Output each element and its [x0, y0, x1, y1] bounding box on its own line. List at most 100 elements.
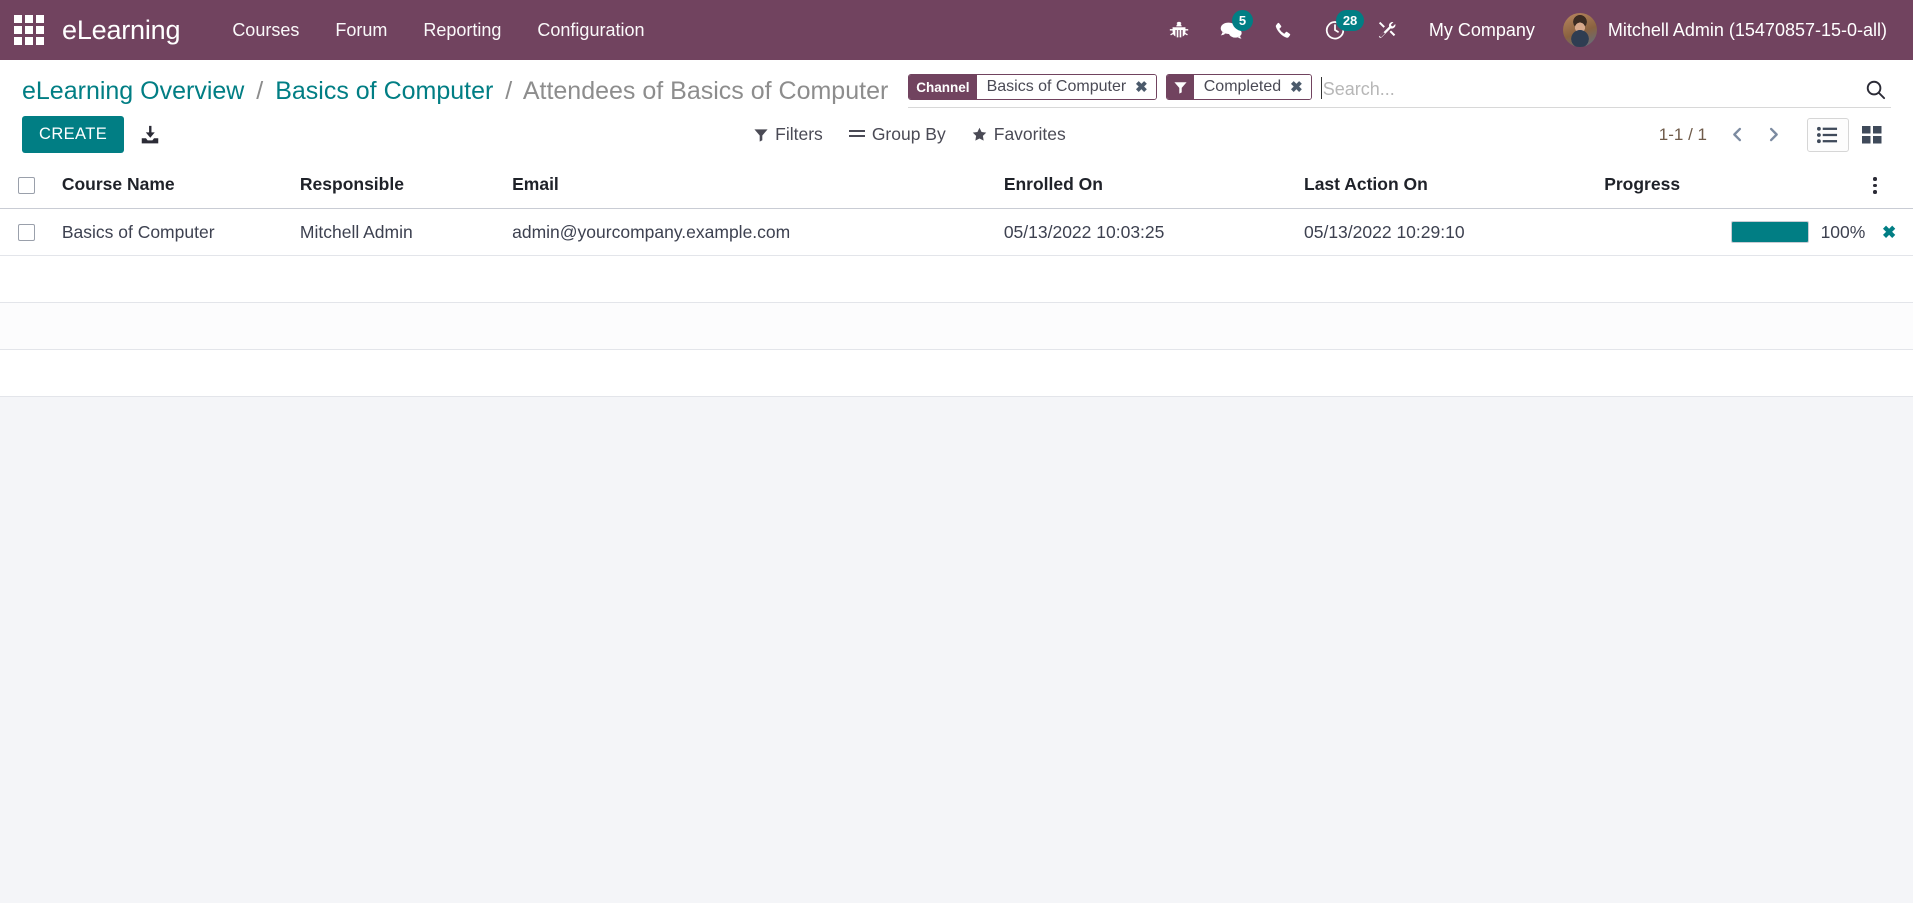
- search-facet-channel[interactable]: Channel Basics of Computer ✖: [908, 74, 1157, 100]
- view-switcher: [1806, 117, 1893, 152]
- empty-row: [0, 302, 1913, 350]
- phone-icon[interactable]: [1257, 8, 1309, 52]
- empty-cell: [1865, 302, 1913, 350]
- apps-grid-icon[interactable]: [10, 11, 48, 49]
- column-header-enrolled-on[interactable]: Enrolled On: [995, 163, 1296, 209]
- empty-row: [0, 255, 1913, 303]
- list-view-icon[interactable]: [1806, 117, 1849, 152]
- create-button[interactable]: CREATE: [22, 116, 125, 153]
- remove-facet-channel-icon[interactable]: ✖: [1135, 80, 1148, 95]
- progress-value-label: 100%: [1820, 221, 1866, 242]
- menu-item-configuration[interactable]: Configuration: [519, 10, 662, 51]
- empty-row: [0, 349, 1913, 397]
- column-header-email[interactable]: Email: [504, 163, 996, 209]
- filters-label: Filters: [775, 124, 823, 144]
- messages-badge: 5: [1231, 10, 1254, 31]
- search-facet-completed[interactable]: Completed ✖: [1165, 74, 1312, 100]
- control-panel-top: eLearning Overview / Basics of Computer …: [0, 60, 1913, 108]
- page-background: [0, 397, 1913, 837]
- breadcrumb-item-elearning-overview[interactable]: eLearning Overview: [22, 77, 244, 105]
- cell-last-action-on: 05/13/2022 10:29:10: [1296, 208, 1597, 256]
- app-brand-elearning[interactable]: eLearning: [62, 15, 181, 46]
- main-menu: Courses Forum Reporting Configuration: [214, 10, 662, 51]
- group-by-dropdown[interactable]: Group By: [848, 124, 946, 145]
- navbar-right-tools: 5 28 My Company Mitchell Admin (15470857…: [1153, 7, 1891, 53]
- filters-dropdown[interactable]: Filters: [754, 124, 823, 145]
- activities-clock-icon[interactable]: 28: [1309, 8, 1365, 52]
- column-header-course-name[interactable]: Course Name: [53, 163, 292, 209]
- search-facet-channel-text: Basics of Computer: [986, 78, 1127, 95]
- search-dropdowns: Filters Group By Favorites: [754, 124, 1066, 145]
- control-panel: eLearning Overview / Basics of Computer …: [0, 60, 1913, 163]
- pager-and-views: 1-1 / 1: [1658, 117, 1893, 152]
- column-header-progress[interactable]: Progress: [1596, 163, 1866, 209]
- progress-bar: [1730, 221, 1809, 243]
- pager-range: 1-1 / 1: [1658, 124, 1707, 144]
- empty-cell: [0, 255, 54, 303]
- search-facet-channel-value: Basics of Computer ✖: [976, 75, 1156, 99]
- messages-icon[interactable]: 5: [1205, 8, 1257, 52]
- search-caret: [1320, 77, 1322, 99]
- cell-course-name: Basics of Computer: [53, 208, 292, 256]
- cell-progress: 100%: [1596, 208, 1866, 256]
- progress-bar-fill: [1731, 222, 1808, 242]
- breadcrumb: eLearning Overview / Basics of Computer …: [22, 74, 888, 106]
- column-header-last-action-on[interactable]: Last Action On: [1296, 163, 1597, 209]
- favorites-dropdown[interactable]: Favorites: [972, 124, 1066, 145]
- search-view: Channel Basics of Computer ✖ Completed ✖: [908, 74, 1891, 108]
- avatar: [1562, 13, 1597, 47]
- delete-row-icon[interactable]: ✖: [1876, 223, 1902, 242]
- attendees-list-table: Course Name Responsible Email Enrolled O…: [0, 163, 1913, 397]
- user-name-label: Mitchell Admin (15470857-15-0-all): [1607, 19, 1887, 40]
- select-all-header: [0, 163, 54, 209]
- pager-previous-button[interactable]: [1723, 120, 1753, 150]
- column-header-responsible[interactable]: Responsible: [291, 163, 505, 209]
- search-input[interactable]: [1320, 79, 1854, 100]
- search-facet-channel-label: Channel: [909, 75, 977, 99]
- breadcrumb-separator-2: /: [505, 77, 513, 105]
- menu-item-courses[interactable]: Courses: [214, 10, 317, 51]
- user-menu[interactable]: Mitchell Admin (15470857-15-0-all): [1551, 7, 1891, 53]
- search-facet-completed-text: Completed: [1203, 78, 1282, 95]
- cell-enrolled-on: 05/13/2022 10:03:25: [995, 208, 1296, 256]
- top-navbar: eLearning Courses Forum Reporting Config…: [0, 0, 1913, 60]
- search-facet-completed-value: Completed ✖: [1193, 75, 1311, 99]
- hamburger-icon: [848, 129, 865, 137]
- progress-widget: 100%: [1604, 221, 1865, 243]
- row-delete-cell: ✖: [1865, 208, 1913, 256]
- breadcrumb-item-basics-of-computer[interactable]: Basics of Computer: [275, 77, 493, 105]
- tools-icon[interactable]: [1361, 8, 1413, 52]
- menu-item-reporting[interactable]: Reporting: [405, 10, 519, 51]
- vertical-dots-icon[interactable]: [1873, 177, 1877, 194]
- favorites-label: Favorites: [993, 124, 1066, 144]
- empty-cell: [0, 349, 54, 397]
- empty-cell: [53, 302, 1866, 350]
- empty-cell: [0, 302, 54, 350]
- search-input-wrapper: [1320, 74, 1854, 105]
- row-select-cell: [0, 208, 54, 256]
- optional-columns-header: [1865, 163, 1913, 209]
- breadcrumb-separator: /: [256, 77, 264, 105]
- remove-facet-completed-icon[interactable]: ✖: [1290, 80, 1303, 95]
- funnel-icon: [754, 128, 768, 142]
- empty-cell: [53, 255, 1866, 303]
- empty-cell: [1865, 349, 1913, 397]
- control-panel-actions: CREATE Filters Group By Favorites 1-1 / …: [0, 108, 1913, 163]
- table-row[interactable]: Basics of Computer Mitchell Admin admin@…: [0, 208, 1913, 256]
- menu-item-forum[interactable]: Forum: [317, 10, 405, 51]
- star-icon: [972, 127, 986, 141]
- company-switcher[interactable]: My Company: [1413, 10, 1551, 51]
- row-checkbox[interactable]: [18, 224, 35, 242]
- pager-next-button[interactable]: [1759, 120, 1789, 150]
- breadcrumb-current-page: Attendees of Basics of Computer: [522, 77, 889, 105]
- bug-icon[interactable]: [1153, 8, 1205, 52]
- import-download-icon[interactable]: [139, 124, 161, 146]
- cell-email: admin@yourcompany.example.com: [504, 208, 996, 256]
- cell-responsible: Mitchell Admin: [291, 208, 505, 256]
- magnifier-icon[interactable]: [1854, 74, 1891, 105]
- group-by-label: Group By: [871, 124, 946, 144]
- filter-funnel-icon: [1166, 75, 1194, 99]
- empty-cell: [53, 349, 1866, 397]
- kanban-view-icon[interactable]: [1851, 118, 1893, 152]
- select-all-checkbox[interactable]: [18, 176, 35, 194]
